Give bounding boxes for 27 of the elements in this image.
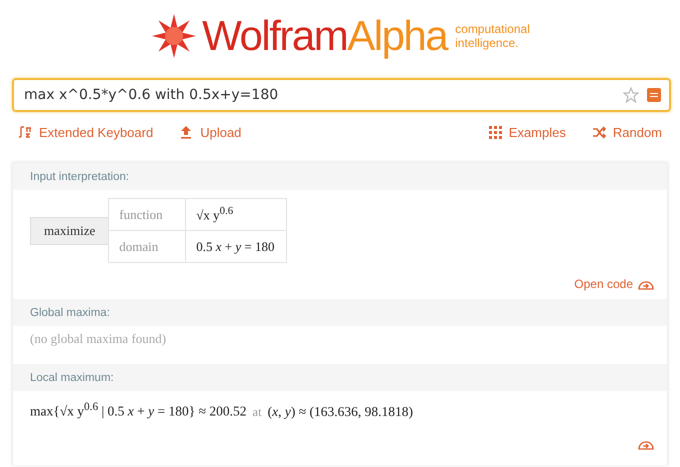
pod-title: Input interpretation: — [30, 170, 130, 182]
table-cell: domain — [108, 230, 186, 262]
table-cell: function — [108, 198, 186, 230]
shuffle-icon — [592, 124, 607, 140]
table-cell: √x y$^{0.6}$ — [186, 198, 287, 230]
logo-text: Alpha — [347, 15, 448, 57]
maximize-label: maximize — [30, 216, 108, 244]
toolbar-link[interactable]: Extended Keyboard — [18, 124, 154, 140]
compute-button[interactable] — [647, 88, 661, 102]
toolbar-link[interactable]: Examples — [488, 124, 566, 140]
star-icon — [623, 87, 639, 103]
open-code-link[interactable]: Open code — [574, 277, 655, 291]
search-bar[interactable]: max x^0.5*y^0.6 with 0.5x+y=180 — [12, 78, 671, 112]
math-result: max{√x y$^{0.6}$ | 0.5 x + y = 180} ≈ 200.52 — [30, 401, 247, 420]
result-text: (no global maxima found) — [29, 330, 168, 348]
tagline: computational — [455, 22, 530, 36]
tagline: intelligence. — [455, 36, 520, 50]
toolbar-link[interactable]: Upload — [179, 124, 242, 140]
pod-title: Global maxima: — [30, 306, 110, 318]
pod-title: Local maximum: — [30, 372, 114, 384]
math-text: at — [252, 404, 262, 420]
toolbar-link[interactable]: Random — [592, 124, 662, 140]
grid-icon — [488, 124, 503, 140]
logo-text: Wolfram — [202, 15, 348, 57]
search-field[interactable]: max x^0.5*y^0.6 with 0.5x+y=180 — [24, 87, 623, 103]
math-result: (x, y) ≈ (163.636, 98.1818) — [268, 404, 413, 420]
table-cell: 0.5 x + y = 180 — [186, 230, 287, 262]
